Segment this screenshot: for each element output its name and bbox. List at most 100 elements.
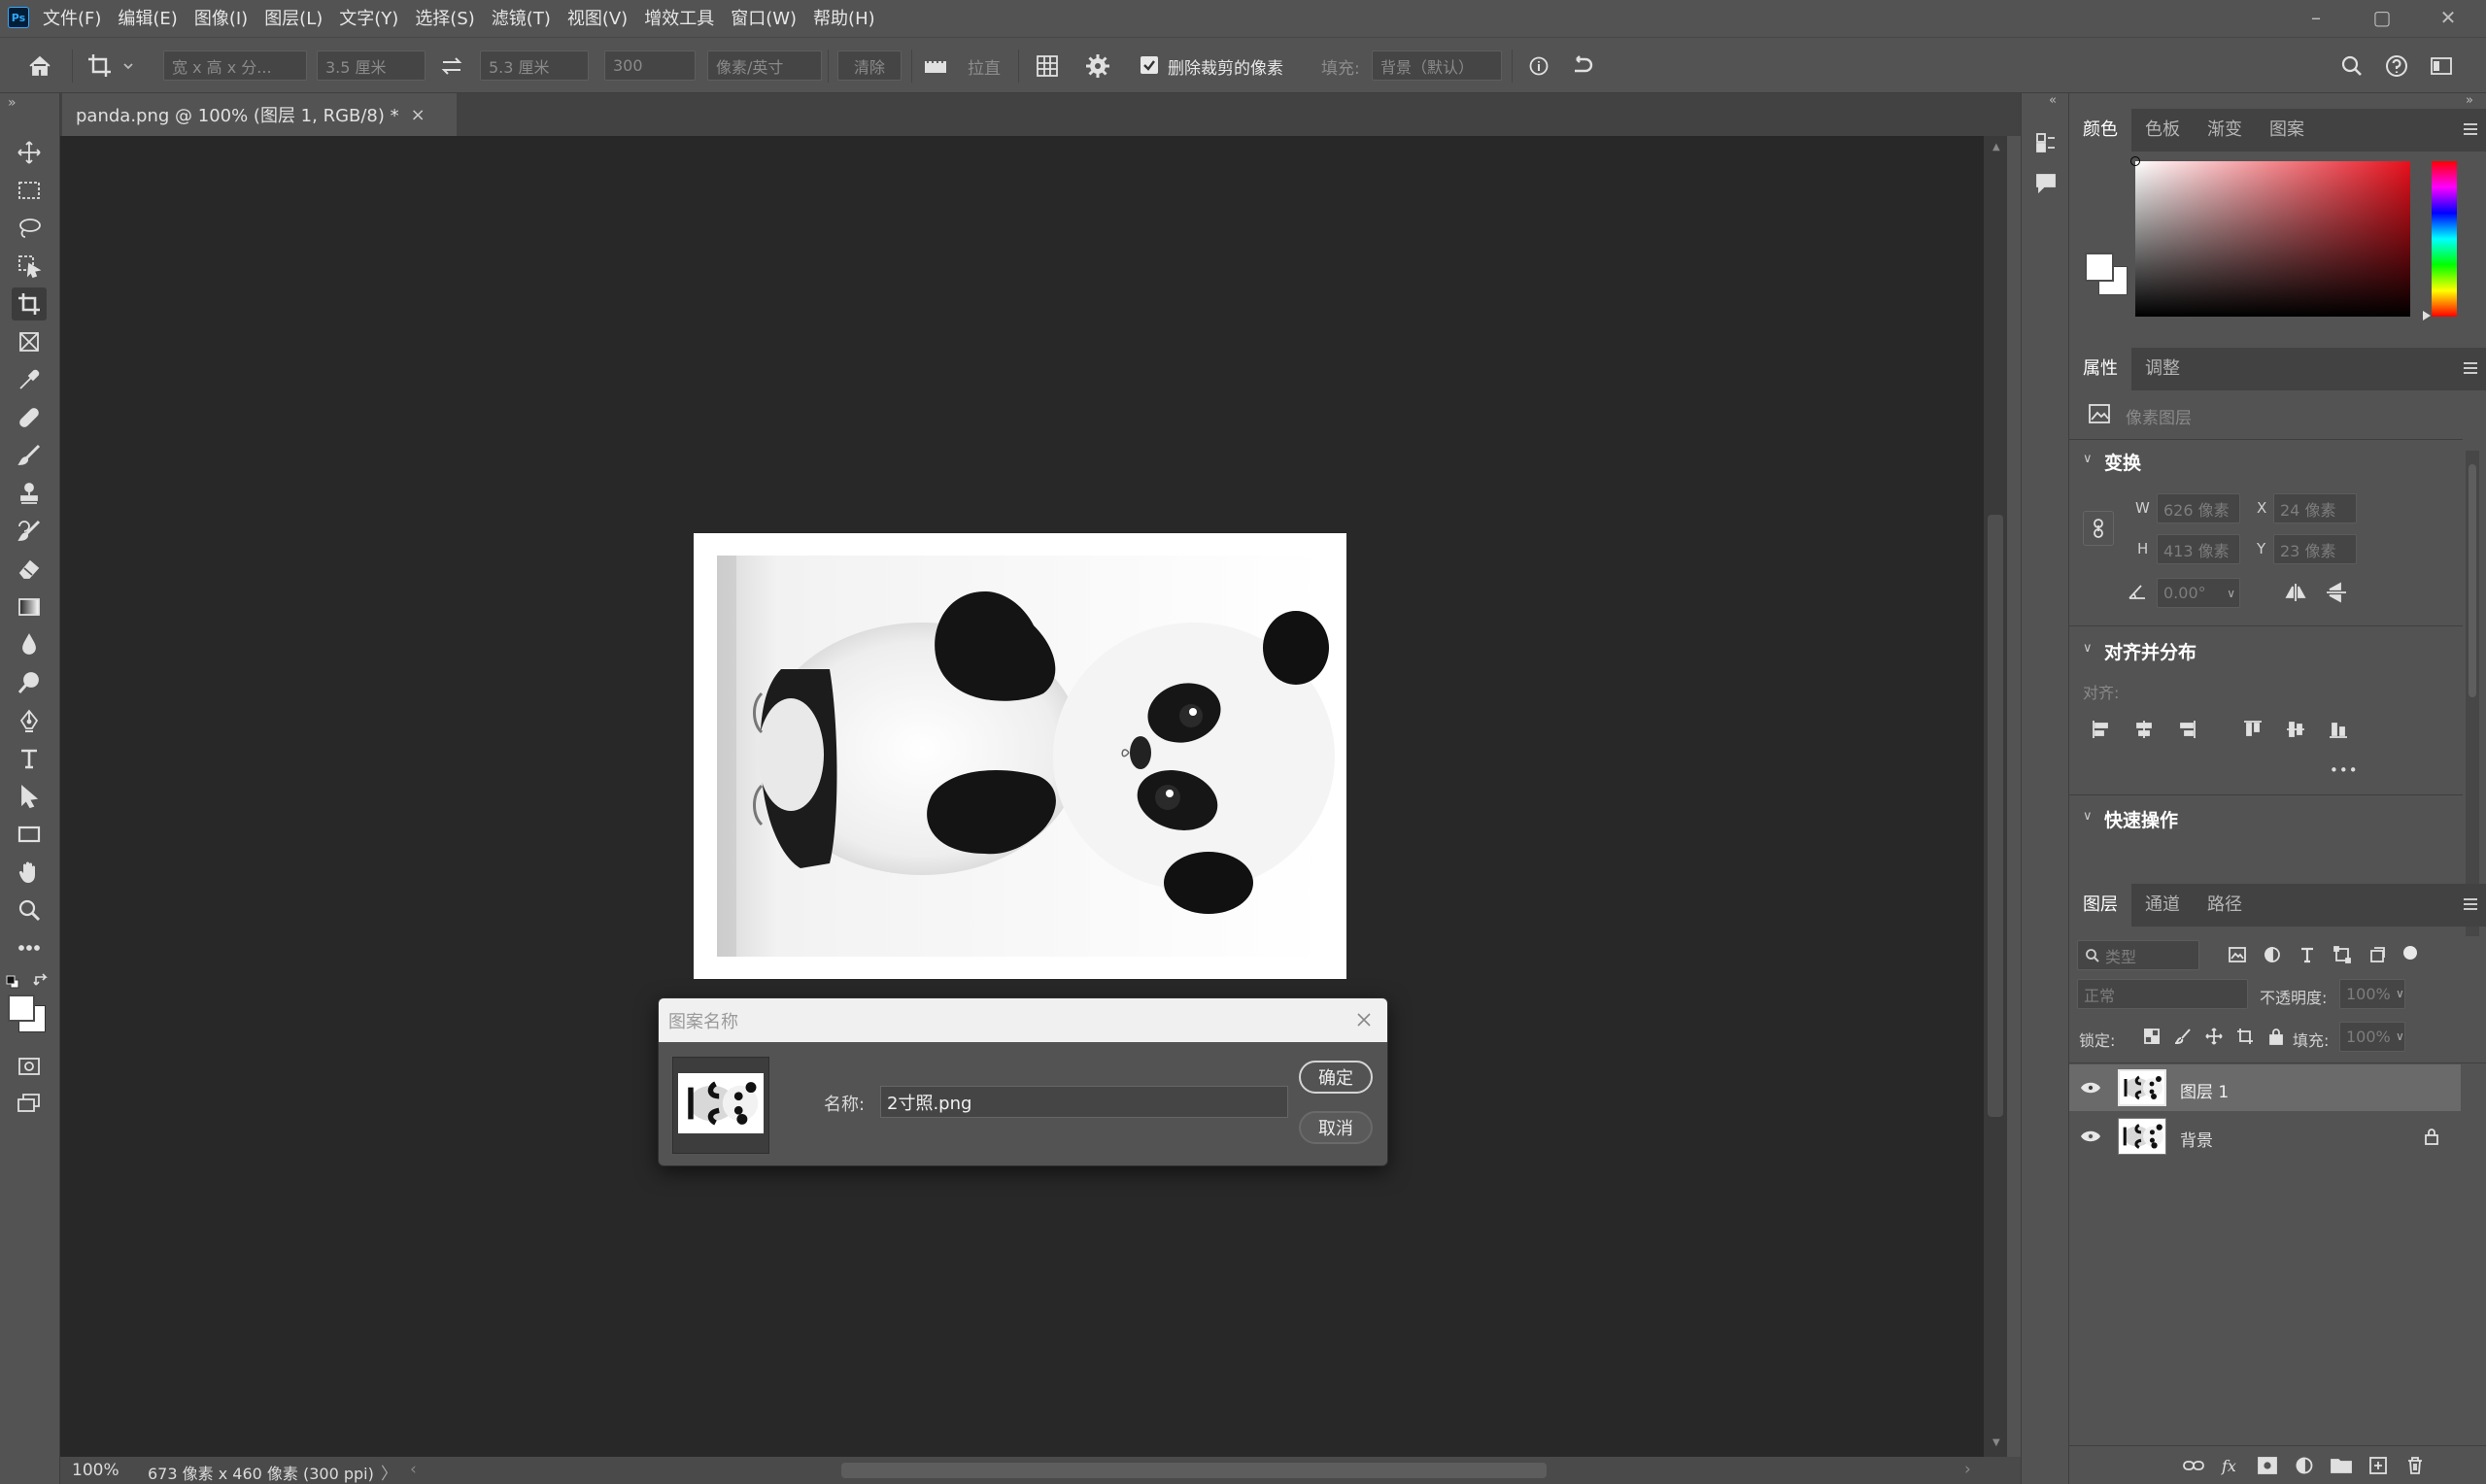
lock-all-icon[interactable] bbox=[2265, 1026, 2287, 1047]
maximize-button[interactable]: ▢ bbox=[2349, 0, 2415, 35]
properties-scrollbar[interactable] bbox=[2466, 451, 2479, 936]
angle-dropdown-icon[interactable]: ∨ bbox=[2227, 587, 2235, 600]
panel-menu-icon[interactable] bbox=[2463, 122, 2478, 136]
tab-gradients[interactable]: 渐变 bbox=[2194, 109, 2256, 152]
reset-icon[interactable] bbox=[1566, 51, 1597, 81]
crop-ratio-select[interactable]: 宽 x 高 x 分... bbox=[163, 51, 307, 81]
tab-adjustments[interactable]: 调整 bbox=[2131, 348, 2194, 390]
transform-chevron-icon[interactable]: ∨ bbox=[2083, 452, 2093, 466]
zoom-level[interactable]: 100% bbox=[72, 1461, 119, 1480]
crop-tool-icon[interactable] bbox=[12, 287, 47, 320]
filter-adjustment-icon[interactable] bbox=[2260, 942, 2285, 967]
delete-cropped-checkbox[interactable] bbox=[1141, 56, 1158, 74]
panel-menu-icon[interactable] bbox=[2463, 361, 2478, 375]
layer-name[interactable]: 背景 bbox=[2180, 1127, 2213, 1151]
cancel-button[interactable]: 取消 bbox=[1299, 1111, 1373, 1144]
menu-layer[interactable]: 图层(L) bbox=[264, 5, 323, 30]
add-mask-icon[interactable] bbox=[2254, 1453, 2281, 1478]
help-icon[interactable] bbox=[2380, 51, 2413, 82]
layer-lock-icon[interactable] bbox=[2421, 1125, 2442, 1148]
blur-tool-icon[interactable] bbox=[12, 628, 47, 661]
vertical-scroll-thumb[interactable] bbox=[1988, 515, 2003, 1117]
transform-title[interactable]: 变换 bbox=[2104, 449, 2141, 475]
scroll-right-arrow[interactable]: › bbox=[1964, 1460, 1971, 1479]
menu-window[interactable]: 窗口(W) bbox=[731, 5, 797, 30]
gradient-tool-icon[interactable] bbox=[12, 590, 47, 624]
more-options-icon[interactable]: ••• bbox=[2330, 761, 2359, 779]
eraser-tool-icon[interactable] bbox=[12, 553, 47, 586]
layer-name[interactable]: 图层 1 bbox=[2180, 1078, 2229, 1102]
more-tools-icon[interactable] bbox=[12, 931, 47, 964]
blend-mode-select[interactable]: 正常 bbox=[2077, 979, 2248, 1009]
close-window-button[interactable]: ✕ bbox=[2415, 0, 2481, 35]
y-field[interactable]: 23 像素 bbox=[2273, 534, 2357, 564]
menu-select[interactable]: 选择(S) bbox=[415, 5, 474, 30]
layer-filter-select[interactable]: 类型 bbox=[2077, 940, 2199, 970]
dialog-header[interactable]: 图案名称 bbox=[659, 998, 1387, 1042]
new-layer-icon[interactable] bbox=[2365, 1453, 2392, 1478]
type-tool-icon[interactable] bbox=[12, 742, 47, 775]
zoom-tool-icon[interactable] bbox=[12, 894, 47, 927]
minimize-button[interactable]: – bbox=[2283, 0, 2349, 35]
hand-tool-icon[interactable] bbox=[12, 856, 47, 889]
overlay-grid-icon[interactable] bbox=[1032, 51, 1063, 81]
lock-image-icon[interactable] bbox=[2172, 1026, 2194, 1047]
search-icon[interactable] bbox=[2335, 51, 2368, 82]
swap-dimensions-icon[interactable] bbox=[439, 53, 464, 79]
collapse-strip-icon[interactable]: « bbox=[2049, 93, 2057, 108]
angle-field[interactable]: 0.00° ∨ bbox=[2157, 578, 2240, 608]
fill-select[interactable]: 背景（默认） bbox=[1372, 51, 1502, 81]
ok-button[interactable]: 确定 bbox=[1299, 1061, 1373, 1094]
document-canvas[interactable] bbox=[694, 533, 1346, 979]
flip-horizontal-icon[interactable] bbox=[2281, 579, 2310, 606]
resolution-unit-select[interactable]: 像素/英寸 bbox=[707, 51, 822, 81]
tab-properties[interactable]: 属性 bbox=[2069, 348, 2131, 390]
swap-colors-icon[interactable] bbox=[33, 973, 51, 989]
link-dimensions-icon[interactable] bbox=[2083, 511, 2114, 546]
align-bottom-icon[interactable] bbox=[2326, 717, 2351, 742]
align-vertical-center-icon[interactable] bbox=[2283, 717, 2308, 742]
status-menu-arrow[interactable]: 〉 bbox=[381, 1460, 397, 1484]
pattern-name-input[interactable]: 2寸照.png bbox=[880, 1086, 1288, 1118]
frame-tool-icon[interactable] bbox=[12, 325, 47, 358]
tab-paths[interactable]: 路径 bbox=[2194, 884, 2256, 927]
crop-height-field[interactable]: 5.3 厘米 bbox=[480, 51, 589, 81]
history-brush-tool-icon[interactable] bbox=[12, 515, 47, 548]
color-field[interactable] bbox=[2130, 156, 2410, 317]
scroll-left-arrow[interactable]: ‹ bbox=[410, 1460, 417, 1479]
link-layers-icon[interactable] bbox=[2180, 1453, 2207, 1478]
align-right-icon[interactable] bbox=[2174, 717, 2199, 742]
close-tab-icon[interactable]: × bbox=[411, 105, 426, 125]
layer-effects-icon[interactable]: fx bbox=[2217, 1453, 2244, 1478]
align-left-icon[interactable] bbox=[2089, 717, 2114, 742]
panel-menu-icon[interactable] bbox=[2463, 897, 2478, 911]
lasso-tool-icon[interactable] bbox=[12, 212, 47, 245]
home-icon[interactable] bbox=[23, 51, 56, 82]
quick-actions-title[interactable]: 快速操作 bbox=[2104, 806, 2178, 832]
lock-artboard-icon[interactable] bbox=[2234, 1026, 2256, 1047]
default-colors-icon[interactable] bbox=[6, 975, 19, 989]
dodge-tool-icon[interactable] bbox=[12, 666, 47, 699]
rectangle-tool-icon[interactable] bbox=[12, 818, 47, 851]
flip-vertical-icon[interactable] bbox=[2322, 579, 2351, 606]
brush-tool-icon[interactable] bbox=[12, 439, 47, 472]
menu-edit[interactable]: 编辑(E) bbox=[118, 5, 177, 30]
marquee-tool-icon[interactable] bbox=[12, 174, 47, 207]
menu-help[interactable]: 帮助(H) bbox=[813, 5, 875, 30]
align-horizontal-center-icon[interactable] bbox=[2131, 717, 2157, 742]
visibility-eye-icon[interactable] bbox=[2079, 1125, 2102, 1148]
layer-row-layer-1[interactable]: 图层 1 bbox=[2069, 1064, 2461, 1111]
dialog-close-icon[interactable] bbox=[1350, 1006, 1378, 1033]
align-title[interactable]: 对齐并分布 bbox=[2104, 638, 2197, 664]
menu-view[interactable]: 视图(V) bbox=[567, 5, 628, 30]
filter-toggle-icon[interactable] bbox=[2403, 946, 2417, 960]
panel-foreground-swatch[interactable] bbox=[2085, 253, 2114, 282]
lock-transparent-icon[interactable] bbox=[2141, 1026, 2162, 1047]
tab-color[interactable]: 颜色 bbox=[2069, 109, 2131, 152]
screen-mode-icon[interactable] bbox=[12, 1087, 47, 1120]
path-selection-tool-icon[interactable] bbox=[12, 780, 47, 813]
new-group-icon[interactable] bbox=[2328, 1453, 2355, 1478]
quick-actions-chevron-icon[interactable]: ∨ bbox=[2083, 809, 2093, 824]
menu-type[interactable]: 文字(Y) bbox=[339, 5, 398, 30]
menu-image[interactable]: 图像(I) bbox=[194, 5, 248, 30]
